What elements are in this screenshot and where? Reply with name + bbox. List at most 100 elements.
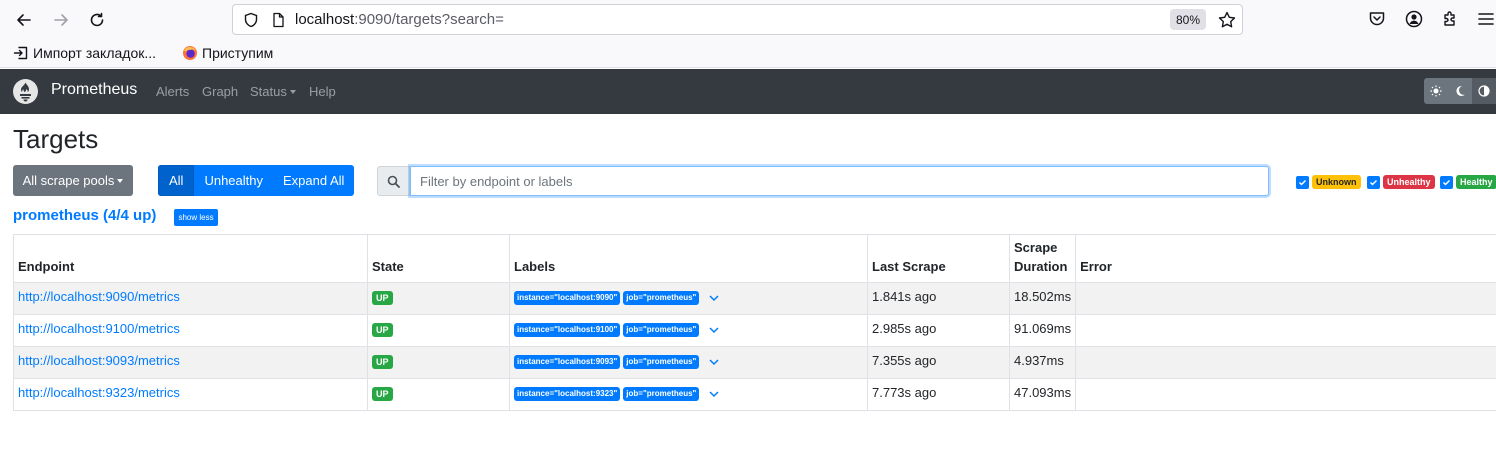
column-scrape-duration: Scrape Duration [1008, 234, 1077, 283]
chevron-down-icon[interactable] [708, 292, 720, 304]
moon-icon [1456, 85, 1465, 96]
badge-unknown: Unknown [1312, 175, 1361, 189]
chevron-down-icon[interactable] [708, 388, 720, 400]
nav-help[interactable]: Help [309, 84, 336, 99]
checkbox-unhealthy[interactable] [1367, 175, 1380, 189]
filter-unhealthy-button[interactable]: Unhealthy [194, 165, 273, 196]
job-label-badge: job="prometheus" [623, 354, 700, 369]
account-icon[interactable] [1404, 9, 1424, 29]
duration-cell: 18.502ms [1008, 282, 1077, 315]
bookmark-getting-started-label: Приступим [202, 45, 274, 61]
filter-all-button[interactable]: All [158, 165, 195, 196]
endpoint-cell: http://localhost:9090/metrics [13, 282, 368, 315]
menu-icon[interactable] [1476, 9, 1496, 29]
column-error: Error [1075, 234, 1496, 283]
firefox-icon [183, 46, 197, 60]
caret-down-icon [289, 90, 296, 94]
badge-healthy: Healthy [1456, 175, 1496, 189]
chevron-down-icon[interactable] [708, 324, 720, 336]
theme-auto-button[interactable] [1472, 78, 1496, 104]
page-title: Targets [13, 124, 99, 154]
duration-cell: 4.937ms [1008, 346, 1077, 379]
table-row: http://localhost:9323/metrics UP instanc… [13, 378, 1496, 411]
bookmark-import-label: Импорт закладок... [33, 45, 157, 61]
state-cell: UP [367, 346, 510, 379]
arrow-right-icon [54, 14, 68, 26]
checkbox-healthy[interactable] [1440, 175, 1453, 189]
forward-button[interactable] [49, 8, 73, 32]
labels-cell: instance="localhost:9090" job="prometheus… [509, 282, 868, 315]
url-bar[interactable]: localhost:9090/targets?search= 80% [232, 4, 1243, 35]
endpoint-link[interactable]: http://localhost:9323/metrics [18, 385, 180, 400]
back-button[interactable] [12, 8, 36, 32]
state-badge: UP [372, 291, 393, 305]
show-less-button[interactable]: show less [174, 209, 218, 226]
nav-status[interactable]: Status [250, 84, 296, 99]
search-icon [387, 175, 400, 188]
table-header-row: Endpoint State Labels Last Scrape Scrape… [13, 234, 1496, 283]
last-scrape-cell: 1.841s ago [867, 282, 1010, 315]
filter-unhealthy[interactable]: Unhealthy [1367, 175, 1435, 189]
duration-cell: 47.093ms [1008, 378, 1077, 411]
scrape-pools-dropdown[interactable]: All scrape pools [13, 165, 133, 196]
pocket-icon[interactable] [1367, 9, 1387, 29]
endpoint-link[interactable]: http://localhost:9093/metrics [18, 353, 180, 368]
error-cell [1075, 378, 1496, 411]
filter-healthy[interactable]: Healthy [1440, 175, 1496, 189]
endpoint-link[interactable]: http://localhost:9100/metrics [18, 321, 180, 336]
shield-icon[interactable] [243, 12, 259, 28]
extensions-icon[interactable] [1440, 9, 1460, 29]
job-label-badge: job="prometheus" [623, 290, 700, 305]
nav-graph[interactable]: Graph [202, 84, 238, 99]
instance-label-badge: instance="localhost:9090" [514, 290, 621, 305]
endpoint-cell: http://localhost:9093/metrics [13, 346, 368, 379]
prometheus-logo-icon[interactable] [13, 79, 38, 104]
instance-label-badge: instance="localhost:9093" [514, 354, 621, 369]
expand-all-button[interactable]: Expand All [273, 165, 355, 196]
column-scrape-duration-line1: Scrape [1014, 240, 1058, 255]
reload-button[interactable] [85, 8, 109, 32]
bookmark-import[interactable]: Импорт закладок... [13, 45, 156, 61]
theme-light-button[interactable] [1424, 78, 1448, 104]
job-label-badge: job="prometheus" [623, 322, 700, 337]
theme-dark-button[interactable] [1448, 78, 1472, 104]
error-cell [1075, 282, 1496, 315]
url-path: :9090/targets?search= [354, 11, 504, 28]
column-state: State [367, 234, 510, 283]
last-scrape-cell: 7.355s ago [867, 346, 1010, 379]
search-prefix [377, 166, 410, 196]
error-cell [1075, 346, 1496, 379]
chevron-down-icon[interactable] [708, 356, 720, 368]
pool-title-link[interactable]: prometheus (4/4 up) [13, 207, 156, 224]
zoom-level-badge[interactable]: 80% [1170, 9, 1206, 30]
endpoint-link[interactable]: http://localhost:9090/metrics [18, 289, 180, 304]
nav-status-label: Status [250, 84, 287, 99]
page-icon[interactable] [270, 12, 286, 28]
url-text[interactable]: localhost:9090/targets?search= [295, 11, 504, 28]
checkmark-icon [1442, 179, 1451, 186]
column-scrape-duration-line2: Duration [1014, 259, 1068, 274]
error-cell [1075, 314, 1496, 347]
import-icon [13, 46, 28, 60]
bookmark-star-icon[interactable] [1217, 10, 1237, 30]
filter-button-group: All Unhealthy Expand All [158, 165, 355, 196]
app-navbar: Prometheus Alerts Graph Status Help [0, 69, 1496, 114]
state-badge: UP [372, 355, 393, 369]
state-badge: UP [372, 387, 393, 401]
labels-cell: instance="localhost:9093" job="prometheus… [509, 346, 868, 379]
state-badge: UP [372, 323, 393, 337]
search-input[interactable] [410, 166, 1269, 196]
checkbox-unknown[interactable] [1296, 175, 1309, 189]
labels-cell: instance="localhost:9323" job="prometheus… [509, 378, 868, 411]
job-label-badge: job="prometheus" [623, 386, 700, 401]
last-scrape-cell: 2.985s ago [867, 314, 1010, 347]
bookmark-getting-started[interactable]: Приступим [182, 45, 273, 61]
brand-title[interactable]: Prometheus [51, 81, 137, 99]
last-scrape-cell: 7.773s ago [867, 378, 1010, 411]
filter-unknown[interactable]: Unknown [1296, 175, 1361, 189]
table-row: http://localhost:9090/metrics UP instanc… [13, 282, 1496, 315]
sun-icon [1430, 85, 1442, 97]
state-cell: UP [367, 282, 510, 315]
nav-alerts[interactable]: Alerts [156, 84, 189, 99]
state-cell: UP [367, 314, 510, 347]
